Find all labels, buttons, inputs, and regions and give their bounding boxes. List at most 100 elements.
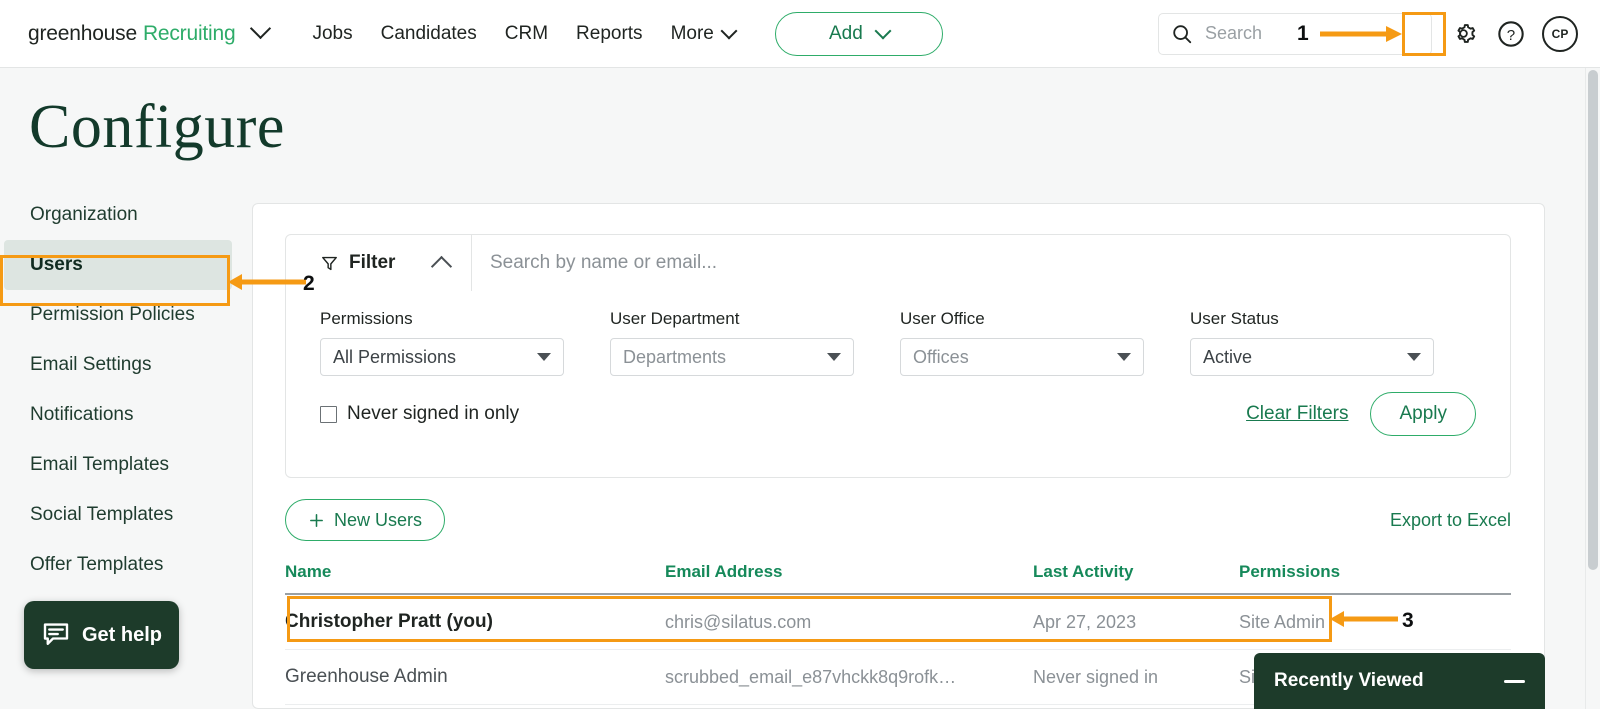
filter-label: Filter [349, 252, 396, 273]
permissions-select[interactable]: All Permissions [320, 338, 564, 376]
page-scrollbar[interactable] [1585, 68, 1600, 709]
never-signed-in-checkbox-row[interactable]: Never signed in only [320, 403, 519, 425]
nav-link-candidates[interactable]: Candidates [381, 23, 477, 45]
sidebar-item-email-settings-label: Email Settings [30, 354, 152, 375]
table-row[interactable]: Christopher Pratt (you) chris@silatus.co… [285, 595, 1511, 650]
new-users-button[interactable]: New Users [285, 499, 446, 541]
chevron-down-icon [827, 353, 841, 361]
avatar-initials: CP [1551, 26, 1569, 41]
filter-actions: Clear Filters Apply [1246, 392, 1476, 436]
nav-link-jobs[interactable]: Jobs [312, 23, 352, 45]
brand-chevron-down-icon[interactable] [250, 17, 272, 39]
filter-field-permissions: Permissions All Permissions [320, 309, 564, 376]
brand-logo[interactable]: greenhouse Recruiting [28, 17, 272, 46]
more-chevron-down-icon [720, 22, 738, 39]
recently-viewed-label: Recently Viewed [1274, 670, 1424, 691]
filter-search-placeholder: Search by name or email... [490, 252, 718, 273]
help-button[interactable]: ? [1494, 17, 1528, 51]
apply-filters-label: Apply [1399, 403, 1447, 424]
add-chevron-down-icon [874, 22, 892, 39]
get-help-button[interactable]: Get help [24, 601, 179, 669]
nav-link-crm-label: CRM [504, 22, 549, 44]
svg-text:?: ? [1507, 26, 1515, 43]
page-scrollbar-thumb[interactable] [1588, 70, 1598, 570]
nav-link-candidates-label: Candidates [380, 22, 477, 44]
search-icon [1173, 24, 1192, 43]
configure-sidebar: Organization Users Permission Policies E… [0, 190, 248, 640]
sidebar-item-notifications[interactable]: Notifications [0, 390, 248, 440]
app-root: greenhouse Recruiting Jobs Candidates CR… [0, 0, 1600, 709]
nav-link-reports-label: Reports [576, 22, 643, 44]
primary-nav-links: Jobs Candidates CRM Reports More [312, 22, 738, 45]
user-department-select-value: Departments [623, 346, 727, 367]
settings-gear-icon[interactable] [1446, 17, 1480, 51]
user-department-select[interactable]: Departments [610, 338, 854, 376]
new-users-label: New Users [334, 509, 423, 530]
permissions-select-value: All Permissions [333, 346, 457, 367]
add-button[interactable]: Add [774, 11, 943, 56]
plus-icon [310, 513, 323, 527]
column-header-email[interactable]: Email Address [665, 562, 1033, 582]
question-mark-icon: ? [1498, 20, 1524, 47]
filter-funnel-icon [322, 256, 337, 270]
sidebar-item-organization-label: Organization [30, 204, 138, 225]
sidebar-item-offer-templates-label: Offer Templates [30, 554, 164, 575]
filter-field-permissions-label: Permissions [320, 309, 413, 328]
global-search-input[interactable]: Search [1158, 12, 1432, 55]
annotation-number-2: 2 [303, 272, 315, 295]
filter-field-user-office-label: User Office [900, 309, 985, 328]
recently-viewed-panel[interactable]: Recently Viewed [1254, 653, 1545, 709]
user-office-select[interactable]: Offices [900, 338, 1144, 376]
sidebar-item-permission-policies-label: Permission Policies [30, 304, 195, 325]
user-status-select[interactable]: Active [1190, 338, 1434, 376]
filter-field-user-status-label: User Status [1190, 309, 1279, 328]
brand-name-primary: greenhouse [28, 21, 137, 45]
column-header-permissions[interactable]: Permissions [1239, 562, 1511, 582]
export-to-excel-link[interactable]: Export to Excel [1390, 510, 1511, 531]
brand-name-secondary: Recruiting [142, 21, 236, 45]
filter-field-user-department: User Department Departments [610, 309, 854, 376]
annotation-number-3: 3 [1402, 609, 1414, 632]
global-search-placeholder: Search [1205, 23, 1263, 43]
sidebar-item-offer-templates[interactable]: Offer Templates [0, 540, 248, 590]
nav-link-more-label: More [670, 22, 714, 44]
user-email-cell: scrubbed_email_e87vhckk8q9rofk… [665, 666, 957, 687]
filter-search-input[interactable]: Search by name or email... [472, 235, 1510, 291]
chevron-up-icon [430, 255, 453, 277]
user-email-cell: chris@silatus.com [665, 611, 812, 632]
nav-right-group: Search ? CP [1158, 12, 1578, 55]
nav-link-jobs-label: Jobs [312, 22, 353, 44]
sidebar-item-notifications-label: Notifications [30, 404, 134, 425]
chat-bubble-icon [43, 623, 69, 645]
filter-panel: Filter Search by name or email... Permis… [285, 234, 1511, 478]
never-signed-in-label: Never signed in only [347, 403, 520, 424]
column-header-last-activity[interactable]: Last Activity [1033, 562, 1239, 582]
nav-link-reports[interactable]: Reports [576, 23, 643, 45]
minimize-icon[interactable] [1504, 679, 1525, 683]
top-navigation-bar: greenhouse Recruiting Jobs Candidates CR… [0, 0, 1600, 68]
nav-link-crm[interactable]: CRM [505, 23, 548, 45]
user-name-cell: Christopher Pratt (you) [285, 611, 493, 632]
user-status-select-value: Active [1203, 346, 1253, 367]
sidebar-item-social-templates[interactable]: Social Templates [0, 490, 248, 540]
user-permissions-cell: Site Admin [1239, 611, 1326, 632]
column-header-name[interactable]: Name [285, 562, 665, 582]
clear-filters-link[interactable]: Clear Filters [1246, 403, 1348, 425]
chevron-down-icon [1117, 353, 1131, 361]
avatar[interactable]: CP [1542, 15, 1578, 52]
user-office-select-value: Offices [913, 346, 969, 367]
users-table-toolbar: New Users Export to Excel [285, 499, 1511, 541]
filter-panel-footer: Never signed in only Clear Filters Apply [286, 376, 1510, 436]
sidebar-item-organization[interactable]: Organization [0, 190, 248, 240]
add-button-label: Add [828, 22, 863, 44]
sidebar-item-permission-policies[interactable]: Permission Policies [0, 290, 248, 340]
sidebar-item-users-label: Users [30, 254, 83, 275]
sidebar-item-users[interactable]: Users [4, 240, 232, 290]
chevron-down-icon [537, 353, 551, 361]
user-last-activity-cell: Never signed in [1033, 666, 1159, 687]
nav-link-more[interactable]: More [670, 22, 738, 45]
sidebar-item-email-settings[interactable]: Email Settings [0, 340, 248, 390]
never-signed-in-checkbox[interactable] [320, 405, 337, 423]
apply-filters-button[interactable]: Apply [1370, 392, 1476, 436]
sidebar-item-email-templates[interactable]: Email Templates [0, 440, 248, 490]
